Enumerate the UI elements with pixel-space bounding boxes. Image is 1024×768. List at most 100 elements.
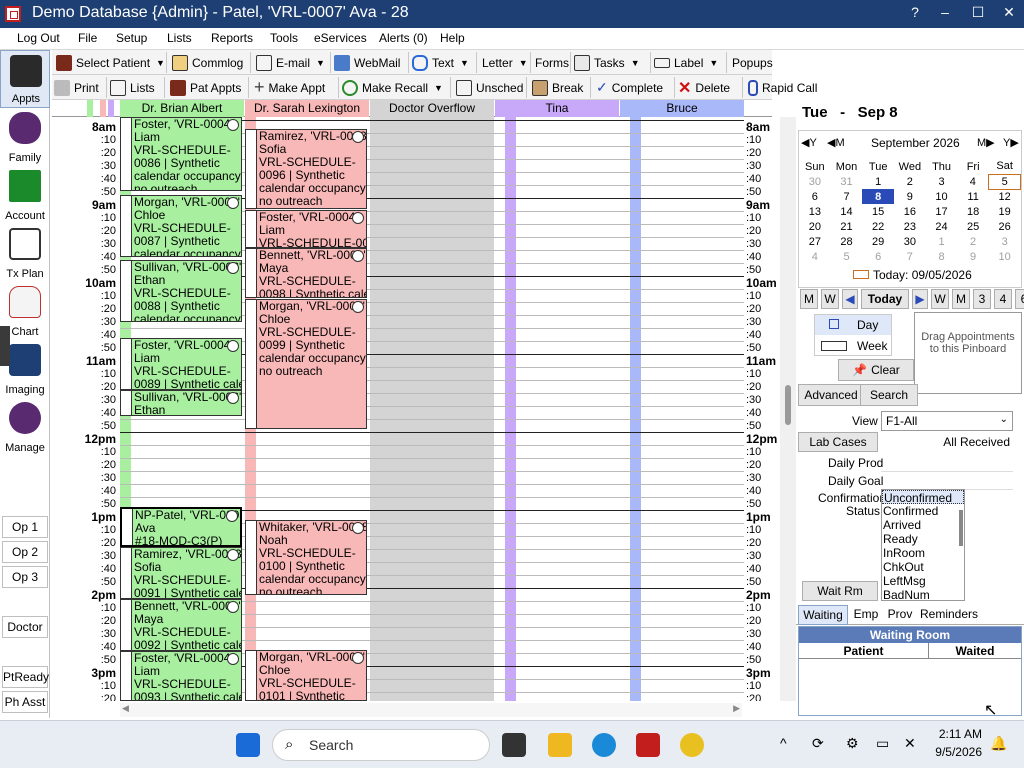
ptready-button[interactable]: PtReady — [2, 666, 49, 688]
calendar-day[interactable]: 30 — [894, 234, 926, 249]
confirmation-status-item[interactable]: ChkOut — [882, 560, 964, 574]
break-button[interactable]: Break — [532, 76, 583, 99]
doctor-button[interactable]: Doctor — [2, 616, 48, 638]
calendar-day[interactable]: 2 — [957, 234, 988, 249]
calendar-day[interactable]: 10 — [989, 249, 1021, 264]
calendar-day[interactable]: 9 — [957, 249, 988, 264]
windows-start-icon[interactable] — [236, 733, 260, 757]
menu-logout[interactable]: Log Out — [17, 31, 60, 45]
file-explorer-icon[interactable] — [548, 733, 572, 757]
chevron-down-icon[interactable]: ▼ — [460, 58, 469, 68]
rapid-call-button[interactable]: Rapid Call — [748, 76, 817, 99]
menu-file[interactable]: File — [78, 31, 97, 45]
confirmation-status-item[interactable]: Arrived — [882, 518, 964, 532]
clock-date[interactable]: 9/5/2026 — [920, 745, 982, 759]
taskbar-search[interactable]: ⌕ Search — [272, 729, 490, 761]
expand-handle[interactable] — [0, 326, 10, 366]
today-label[interactable]: Today: 09/05/2026 — [853, 268, 972, 282]
col-header-albert[interactable]: Dr. Brian Albert — [120, 100, 244, 117]
date-nav-button[interactable]: M — [800, 289, 818, 309]
menu-help[interactable]: Help — [440, 31, 465, 45]
notification-bell-icon[interactable]: 🔔 — [990, 735, 1007, 752]
calendar-day[interactable]: 22 — [862, 219, 894, 234]
calendar-day[interactable]: 31 — [831, 174, 863, 189]
view-select[interactable]: F1-All ⌄ — [881, 411, 1013, 431]
popups-button[interactable]: Popups — [732, 51, 773, 74]
calendar-day[interactable]: 3 — [926, 174, 958, 189]
search-button[interactable]: Search — [860, 384, 918, 406]
task-view-icon[interactable] — [502, 733, 526, 757]
chevron-down-icon[interactable]: ▼ — [519, 58, 528, 68]
confirmation-status-item[interactable]: LeftMsg — [882, 574, 964, 588]
wait-room-button[interactable]: Wait Rm — [802, 581, 878, 601]
delete-button[interactable]: ✕ Delete — [678, 76, 730, 99]
calendar-day[interactable]: 10 — [926, 189, 958, 204]
appointment-block[interactable]: Foster, 'VRL-0004' Liam VRL-SCHEDULE- 0086 … — [120, 117, 242, 191]
clear-button[interactable]: 📌 Clear — [838, 359, 914, 381]
horizontal-scrollbar[interactable]: ◀ ▶ — [120, 703, 742, 717]
calendar-day[interactable]: 4 — [957, 174, 988, 189]
date-nav-button[interactable]: M — [952, 289, 970, 309]
tab-prov[interactable]: Prov — [884, 605, 916, 625]
appointment-block[interactable]: Morgan, 'VRL-0005' Chloe VRL-SCHEDULE- 0099… — [245, 299, 367, 429]
op1-button[interactable]: Op 1 — [2, 516, 48, 538]
edge-icon[interactable] — [592, 733, 616, 757]
day-toggle[interactable]: Day — [815, 315, 891, 335]
forms-button[interactable]: Forms — [535, 51, 569, 74]
advanced-button[interactable]: Advanced — [798, 384, 864, 406]
webmail-button[interactable]: WebMail — [334, 51, 400, 74]
appointment-block[interactable]: Bennett, 'VRL-0001' Maya VRL-SCHEDULE- 0098… — [245, 248, 367, 298]
make-appt-button[interactable]: + Make Appt — [254, 76, 325, 99]
date-nav-button[interactable]: 6 — [1015, 289, 1024, 309]
print-button[interactable]: Print — [54, 76, 99, 99]
calendar-day[interactable]: 13 — [799, 204, 831, 219]
calendar-day[interactable]: 15 — [862, 204, 894, 219]
close-button[interactable]: ✕ — [994, 4, 1024, 21]
calendar-day[interactable]: 6 — [862, 249, 894, 264]
calendar-day[interactable]: 7 — [831, 189, 863, 204]
text-button[interactable]: Text ▼ — [412, 51, 469, 74]
prev-day-arrow-icon[interactable]: ◀ — [842, 289, 858, 309]
commlog-button[interactable]: Commlog — [172, 51, 243, 74]
calendar-day[interactable]: 23 — [894, 219, 926, 234]
calendar-day[interactable]: 11 — [957, 189, 988, 204]
calendar-day[interactable]: 25 — [957, 219, 988, 234]
calendar-day[interactable]: 17 — [926, 204, 958, 219]
appointment-block[interactable]: Morgan, 'VRL-0005' Chloe VRL-SCHEDULE- 0087… — [120, 195, 242, 257]
schedule-grid[interactable]: 8am:10:20:30:40:50 9am:10:20:30:40:50 10am… — [52, 117, 780, 701]
menu-alerts[interactable]: Alerts (0) — [379, 31, 428, 45]
confirmation-status-item[interactable]: Confirmed — [882, 504, 964, 518]
calendar-day[interactable]: 12 — [989, 189, 1021, 204]
calendar-day[interactable]: 1 — [862, 174, 894, 189]
menu-lists[interactable]: Lists — [167, 31, 192, 45]
appointment-block[interactable]: Ramirez, 'VRL-0003' Sofia VRL-SCHEDULE- 009… — [120, 547, 242, 599]
date-nav-button[interactable]: Today — [861, 289, 909, 309]
chevron-down-icon[interactable]: ▼ — [434, 83, 443, 93]
date-nav-button[interactable]: 3 — [973, 289, 991, 309]
tab-waiting[interactable]: Waiting — [798, 605, 848, 625]
date-nav-button[interactable]: W — [931, 289, 949, 309]
minimize-button[interactable]: – — [930, 4, 960, 20]
ph-asst-button[interactable]: Ph Asst — [2, 691, 48, 713]
maximize-button[interactable]: ☐ — [963, 4, 993, 21]
label-button[interactable]: Label ▼ — [654, 51, 718, 74]
chevron-up-icon[interactable]: ^ — [780, 735, 787, 751]
calendar-day[interactable]: 27 — [799, 234, 831, 249]
col-header-overflow[interactable]: Doctor Overflow — [370, 100, 494, 117]
week-toggle[interactable]: Week — [815, 336, 891, 356]
appointment-block[interactable]: Whitaker, 'VRL-0008' Noah VRL-SCHEDULE- 010… — [245, 520, 367, 595]
prev-year-button[interactable]: ◀Y — [801, 136, 817, 149]
col-header-tina[interactable]: Tina — [495, 100, 619, 117]
appointment-block[interactable]: Sullivan, 'VRL-0006' Ethan — [120, 390, 242, 416]
date-nav-button[interactable]: 4 — [994, 289, 1012, 309]
nav-account[interactable]: Account — [0, 166, 50, 224]
calendar-day[interactable]: 7 — [894, 249, 926, 264]
appointment-block[interactable]: Foster, 'VRL-0004' Liam VRL-SCHEDULE- 0089 … — [120, 338, 242, 390]
calendar-day[interactable]: 18 — [957, 204, 988, 219]
menu-eservices[interactable]: eServices — [314, 31, 367, 45]
network-icon[interactable]: ▭ — [876, 735, 889, 752]
sync-icon[interactable]: ⟳ — [812, 735, 824, 752]
op2-button[interactable]: Op 2 — [2, 541, 48, 563]
calendar-day[interactable]: 8 — [862, 189, 894, 204]
confirmation-status-list[interactable]: Unconfirmed Confirmed Arrived Ready InRoom Ch… — [881, 489, 965, 601]
